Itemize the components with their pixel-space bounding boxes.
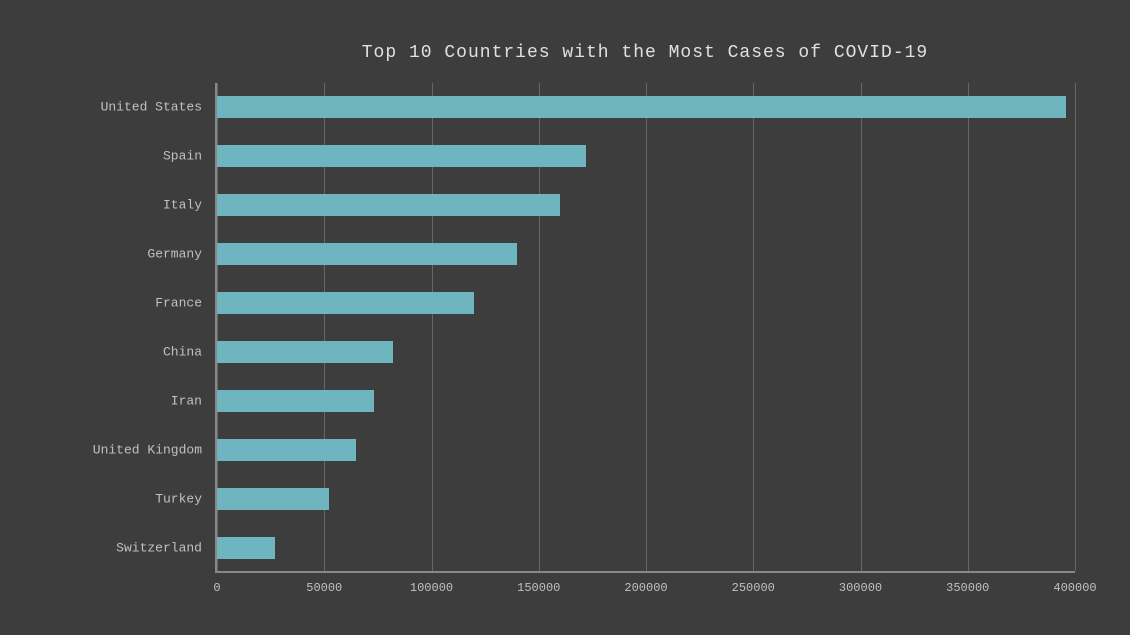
- chart-container: Top 10 Countries with the Most Cases of …: [15, 13, 1115, 623]
- x-axis-labels: 0500001000001500002000002500003000003500…: [217, 581, 1075, 601]
- bar-united-kingdom: [217, 439, 356, 461]
- bar-iran: [217, 390, 374, 412]
- x-label-150000: 150000: [517, 581, 560, 595]
- x-label-0: 0: [213, 581, 220, 595]
- bar-united-states: [217, 96, 1066, 118]
- x-label-300000: 300000: [839, 581, 882, 595]
- bar-china: [217, 341, 393, 363]
- bar-spain: [217, 145, 586, 167]
- x-label-250000: 250000: [732, 581, 775, 595]
- y-label-germany: Germany: [147, 247, 202, 262]
- bar-turkey: [217, 488, 329, 510]
- x-label-200000: 200000: [624, 581, 667, 595]
- x-label-100000: 100000: [410, 581, 453, 595]
- x-label-400000: 400000: [1053, 581, 1096, 595]
- bar-switzerland: [217, 537, 275, 559]
- bar-germany: [217, 243, 517, 265]
- y-label-france: France: [155, 296, 202, 311]
- y-label-spain: Spain: [163, 149, 202, 164]
- bar-italy: [217, 194, 560, 216]
- y-label-iran: Iran: [171, 394, 202, 409]
- y-label-china: China: [163, 345, 202, 360]
- grid-line-8: [1075, 83, 1076, 571]
- y-label-united-kingdom: United Kingdom: [93, 443, 202, 458]
- y-labels: United States Spain Italy Germany France Chin…: [17, 83, 212, 571]
- y-label-turkey: Turkey: [155, 492, 202, 507]
- x-label-50000: 50000: [306, 581, 342, 595]
- chart-title: Top 10 Countries with the Most Cases of …: [215, 43, 1075, 63]
- y-label-united-states: United States: [101, 100, 202, 115]
- y-label-switzerland: Switzerland: [116, 541, 202, 556]
- chart-area: United StatesSpainItalyGermanyFranceChin…: [215, 83, 1075, 573]
- bars: [217, 83, 1075, 571]
- bar-france: [217, 292, 474, 314]
- y-label-italy: Italy: [163, 198, 202, 213]
- x-label-350000: 350000: [946, 581, 989, 595]
